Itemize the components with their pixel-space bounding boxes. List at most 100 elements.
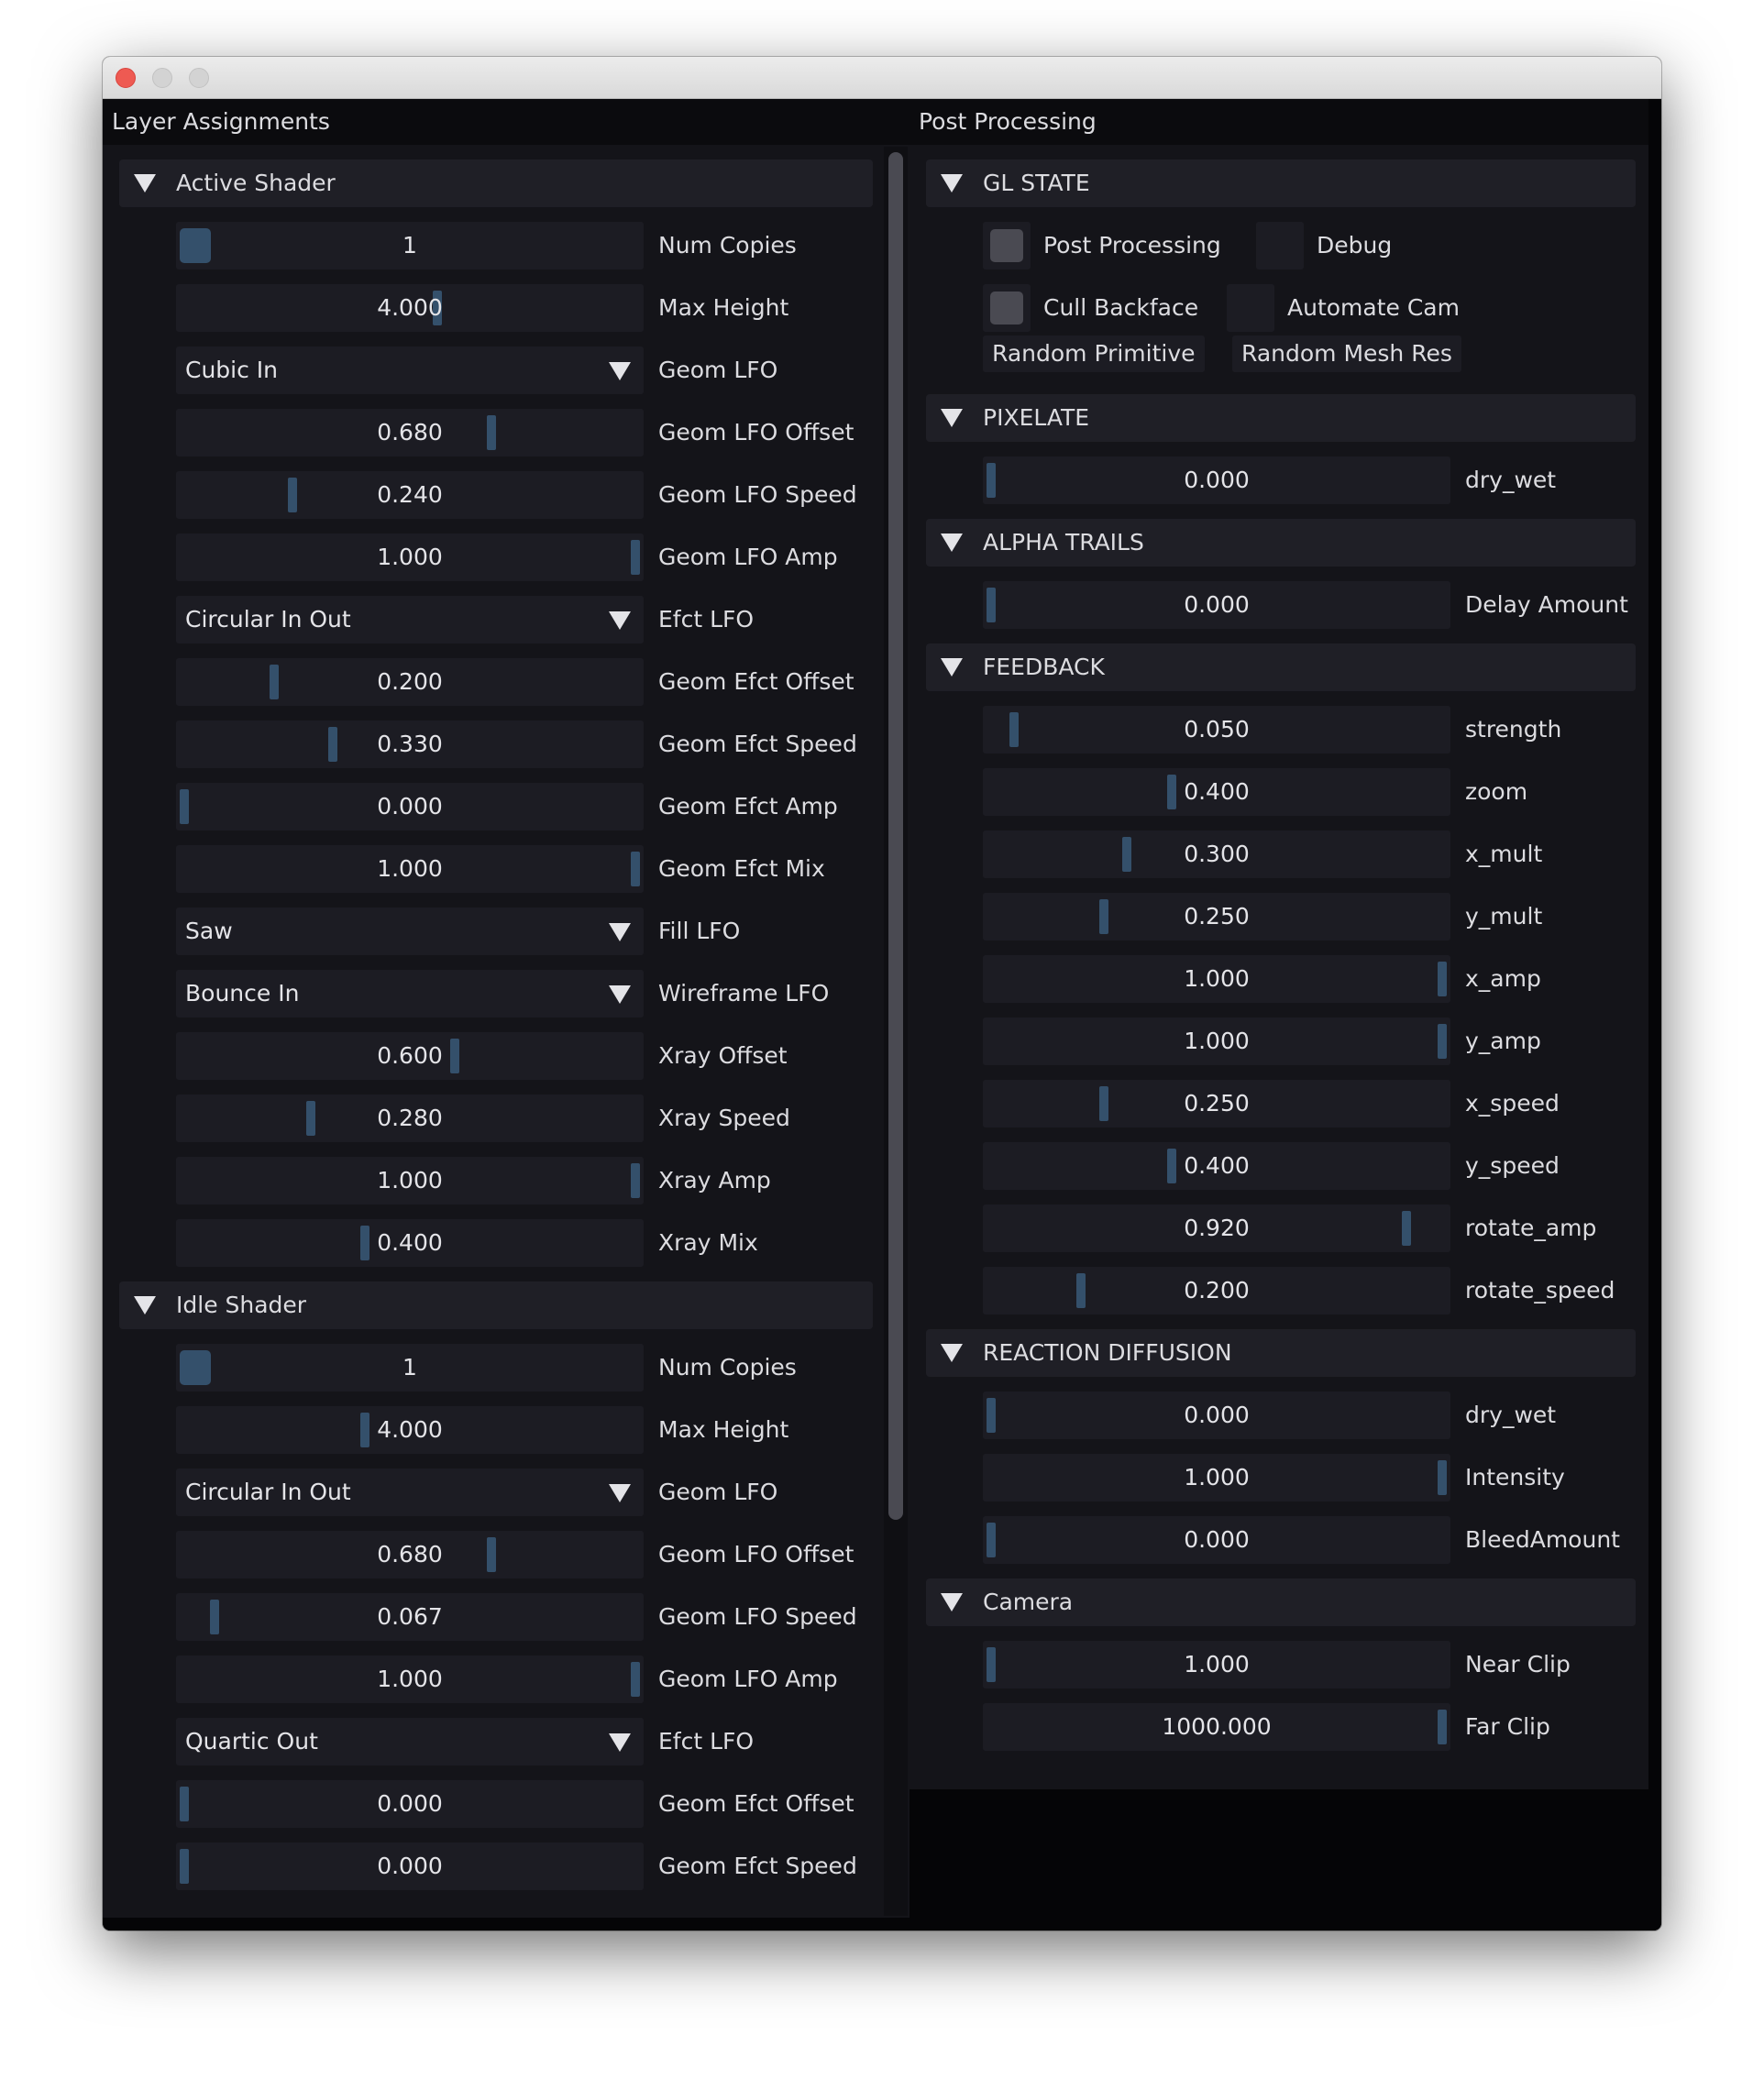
slider-value: 1.000 <box>377 1666 443 1692</box>
slider-strength[interactable]: 0.050 <box>983 706 1450 754</box>
label-strength: strength <box>1465 716 1562 742</box>
slider-xray-mix[interactable]: 0.400 <box>176 1219 644 1267</box>
section-title: REACTION DIFFUSION <box>983 1339 1232 1366</box>
chevron-down-icon[interactable] <box>609 611 631 630</box>
chevron-down-icon[interactable] <box>609 362 631 380</box>
collapse-triangle-icon[interactable] <box>134 174 156 192</box>
slider-max-height[interactable]: 4.000 <box>176 1406 644 1454</box>
collapse-triangle-icon[interactable] <box>941 409 963 427</box>
label-geom-efct-mix: Geom Efct Mix <box>658 855 825 882</box>
chevron-down-icon[interactable] <box>609 923 631 941</box>
slider-geom-lfo-speed[interactable]: 0.240 <box>176 471 644 519</box>
section-header-idle-shader[interactable]: Idle Shader <box>119 1282 873 1329</box>
panel-title: Layer Assignments <box>103 99 910 145</box>
section-header-alpha-trails[interactable]: ALPHA TRAILS <box>926 519 1636 566</box>
slider-far-clip[interactable]: 1000.000 <box>983 1703 1450 1751</box>
zoom-button[interactable] <box>189 68 209 88</box>
collapse-triangle-icon[interactable] <box>941 174 963 192</box>
label-xray-amp: Xray Amp <box>658 1167 771 1194</box>
slider-geom-lfo-offset[interactable]: 0.680 <box>176 1531 644 1578</box>
combo-geom-lfo[interactable]: Circular In Out <box>176 1468 644 1516</box>
slider-value: 0.000 <box>377 1790 443 1817</box>
row-geom-lfo: Cubic In Geom LFO <box>176 346 897 394</box>
slider-dry-wet[interactable]: 0.000 <box>983 1392 1450 1439</box>
combo-value: Cubic In <box>185 357 279 383</box>
scrollbar-thumb[interactable] <box>888 152 903 1520</box>
label-num-copies: Num Copies <box>658 232 797 258</box>
combo-fill-lfo[interactable]: Saw <box>176 908 644 955</box>
scrollbar[interactable] <box>884 147 908 1916</box>
collapse-triangle-icon[interactable] <box>134 1296 156 1314</box>
section-header-active-shader[interactable]: Active Shader <box>119 160 873 207</box>
collapse-triangle-icon[interactable] <box>941 1593 963 1612</box>
section-title: ALPHA TRAILS <box>983 529 1144 556</box>
collapse-triangle-icon[interactable] <box>941 658 963 676</box>
slider-rotate-speed[interactable]: 0.200 <box>983 1267 1450 1314</box>
section-header-reaction-diffusion[interactable]: REACTION DIFFUSION <box>926 1329 1636 1377</box>
row-geom-efct-speed: 0.330 Geom Efct Speed <box>176 720 897 768</box>
slider-geom-lfo-amp[interactable]: 1.000 <box>176 1656 644 1703</box>
slider-dry-wet[interactable]: 0.000 <box>983 456 1450 504</box>
combo-efct-lfo[interactable]: Circular In Out <box>176 596 644 644</box>
slider-value: 1.000 <box>377 1167 443 1194</box>
section-header-pixelate[interactable]: PIXELATE <box>926 394 1636 442</box>
slider-x-amp[interactable]: 1.000 <box>983 955 1450 1003</box>
label-zoom: zoom <box>1465 778 1528 805</box>
slider-xray-amp[interactable]: 1.000 <box>176 1157 644 1204</box>
row-x-mult: 0.300 x_mult <box>983 830 1648 878</box>
slider-value: 0.200 <box>377 668 443 695</box>
slider-geom-efct-speed[interactable]: 0.000 <box>176 1842 644 1890</box>
slider-x-mult[interactable]: 0.300 <box>983 830 1450 878</box>
slider-max-height[interactable]: 4.000 <box>176 284 644 332</box>
slider-geom-efct-amp[interactable]: 0.000 <box>176 783 644 830</box>
combo-wireframe-lfo[interactable]: Bounce In <box>176 970 644 1018</box>
slider-xray-speed[interactable]: 0.280 <box>176 1094 644 1142</box>
section-header-gl-state[interactable]: GL STATE <box>926 160 1636 207</box>
slider-num-copies[interactable]: 1 <box>176 222 644 270</box>
row-x-speed: 0.250 x_speed <box>983 1080 1648 1128</box>
checkbox-cull-backface[interactable] <box>983 284 1031 332</box>
checkbox-automate-cam[interactable] <box>1227 284 1274 332</box>
row-geom-lfo: Circular In Out Geom LFO <box>176 1468 897 1516</box>
label-far-clip: Far Clip <box>1465 1713 1550 1740</box>
slider-bleedamount[interactable]: 0.000 <box>983 1516 1450 1564</box>
label-wireframe-lfo: Wireframe LFO <box>658 980 830 1006</box>
section-header-camera[interactable]: Camera <box>926 1578 1636 1626</box>
slider-rotate-amp[interactable]: 0.920 <box>983 1204 1450 1252</box>
collapse-triangle-icon[interactable] <box>941 1344 963 1362</box>
checkbox-debug[interactable] <box>1256 222 1304 270</box>
button-random-primitive[interactable]: Random Primitive <box>983 336 1205 372</box>
slider-x-speed[interactable]: 0.250 <box>983 1080 1450 1128</box>
collapse-triangle-icon[interactable] <box>941 534 963 552</box>
minimize-button[interactable] <box>152 68 172 88</box>
slider-y-mult[interactable]: 0.250 <box>983 893 1450 940</box>
chevron-down-icon[interactable] <box>609 985 631 1004</box>
chevron-down-icon[interactable] <box>609 1733 631 1752</box>
slider-near-clip[interactable]: 1.000 <box>983 1641 1450 1688</box>
slider-delay-amount[interactable]: 0.000 <box>983 581 1450 629</box>
slider-geom-efct-mix[interactable]: 1.000 <box>176 845 644 893</box>
label-y-amp: y_amp <box>1465 1028 1541 1054</box>
slider-y-amp[interactable]: 1.000 <box>983 1018 1450 1065</box>
slider-geom-lfo-speed[interactable]: 0.067 <box>176 1593 644 1641</box>
slider-geom-lfo-amp[interactable]: 1.000 <box>176 534 644 581</box>
checkbox-post-processing[interactable] <box>983 222 1031 270</box>
close-button[interactable] <box>116 68 136 88</box>
combo-efct-lfo[interactable]: Quartic Out <box>176 1718 644 1766</box>
combo-geom-lfo[interactable]: Cubic In <box>176 346 644 394</box>
slider-intensity[interactable]: 1.000 <box>983 1454 1450 1502</box>
slider-zoom[interactable]: 0.400 <box>983 768 1450 816</box>
chevron-down-icon[interactable] <box>609 1484 631 1502</box>
slider-num-copies[interactable]: 1 <box>176 1344 644 1392</box>
slider-geom-efct-speed[interactable]: 0.330 <box>176 720 644 768</box>
label-max-height: Max Height <box>658 294 789 321</box>
slider-geom-efct-offset[interactable]: 0.200 <box>176 658 644 706</box>
slider-xray-offset[interactable]: 0.600 <box>176 1032 644 1080</box>
slider-y-speed[interactable]: 0.400 <box>983 1142 1450 1190</box>
slider-geom-efct-offset[interactable]: 0.000 <box>176 1780 644 1828</box>
slider-value: 1.000 <box>1184 1464 1250 1490</box>
slider-geom-lfo-offset[interactable]: 0.680 <box>176 409 644 456</box>
section-header-feedback[interactable]: FEEDBACK <box>926 644 1636 691</box>
slider-value: 1.000 <box>1184 1651 1250 1678</box>
button-random-mesh-res[interactable]: Random Mesh Res <box>1232 336 1461 372</box>
